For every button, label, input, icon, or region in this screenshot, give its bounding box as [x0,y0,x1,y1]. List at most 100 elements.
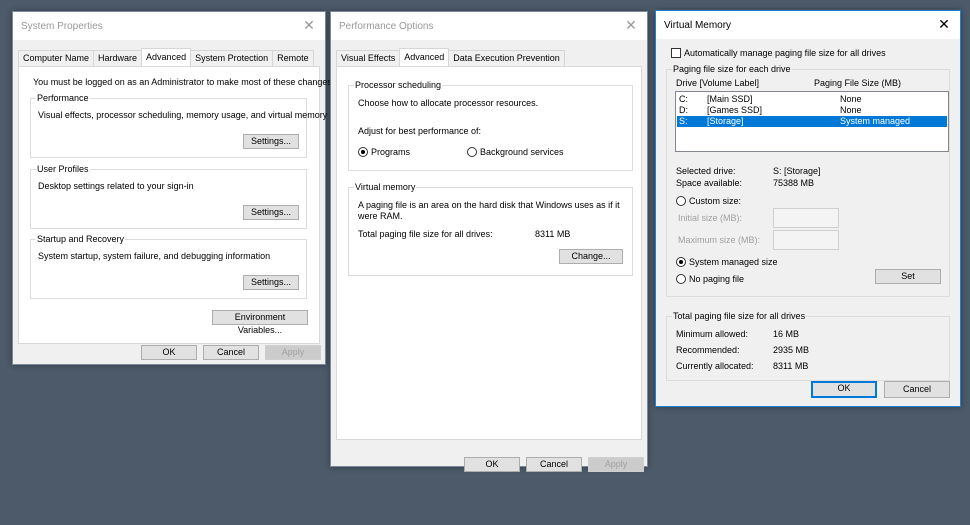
custom-size-radio[interactable] [676,196,686,206]
per-drive-group: Paging file size for each drive Drive [V… [666,64,950,297]
apply-button[interactable]: Apply [588,457,644,472]
background-services-label[interactable]: Background services [480,147,564,157]
window-title: System Properties [21,21,103,32]
minimum-allowed-value: 16 MB [773,329,800,339]
col-size-header: Paging File Size (MB) [814,78,902,88]
cancel-button[interactable]: Cancel [203,345,259,360]
set-button[interactable]: Set [875,269,941,284]
drive-size: System managed [840,116,911,126]
processor-scheduling-group: Processor scheduling Choose how to alloc… [348,80,633,171]
virtual-memory-desc: A paging file is an area on the hard dis… [358,200,620,221]
total-paging-label: Total paging file size for all drives: [358,229,493,239]
per-drive-title: Paging file size for each drive [672,64,792,74]
close-icon[interactable]: ✕ [299,16,319,34]
startup-recovery-group-title: Startup and Recovery [36,234,126,244]
drive-letter: C: [679,94,688,104]
window-body: Computer Name Hardware Advanced System P… [13,40,334,364]
drive-size: None [840,105,862,115]
recommended-value: 2935 MB [773,345,810,355]
col-drive-header: Drive [Volume Label] [676,78,760,88]
tab-advanced[interactable]: Advanced [141,48,192,66]
tab-computer-name[interactable]: Computer Name [18,50,95,66]
drive-size: None [840,94,862,104]
auto-manage-checkbox[interactable] [671,48,681,58]
cancel-button[interactable]: Cancel [884,381,950,398]
drive-list[interactable]: C: [Main SSD] None D: [Games SSD] None S… [675,91,949,152]
tab-panel: You must be logged on as an Administrato… [18,66,334,344]
totals-title: Total paging file size for all drives [672,311,807,321]
title-bar[interactable]: System Properties ✕ [13,12,325,40]
ok-button[interactable]: OK [464,457,520,472]
tab-visual-effects[interactable]: Visual Effects [336,50,401,66]
total-paging-value: 8311 MB [535,229,571,239]
admin-notice: You must be logged on as an Administrato… [33,77,335,87]
drive-label: [Main SSD] [707,94,753,104]
space-available-label: Space available: [676,178,743,188]
recommended-label: Recommended: [676,345,740,355]
ok-button[interactable]: OK [141,345,197,360]
processor-scheduling-desc: Choose how to allocate processor resourc… [358,98,539,108]
title-bar[interactable]: Performance Options ✕ [331,12,647,40]
currently-allocated-value: 8311 MB [773,361,809,371]
tab-strip: Computer Name Hardware Advanced System P… [18,48,314,66]
startup-recovery-settings-button[interactable]: Settings... [243,275,299,290]
virtual-memory-title: Virtual memory [354,182,417,192]
auto-manage-label[interactable]: Automatically manage paging file size fo… [684,48,886,58]
selected-drive-label: Selected drive: [676,166,736,176]
drive-label: [Games SSD] [707,105,763,115]
adjust-label: Adjust for best performance of: [358,126,482,136]
ok-button[interactable]: OK [811,381,877,398]
change-button[interactable]: Change... [559,249,623,264]
apply-button[interactable]: Apply [265,345,321,360]
drive-row-s[interactable]: S: [Storage] System managed [677,116,947,127]
programs-label[interactable]: Programs [371,147,410,157]
programs-radio[interactable] [358,147,368,157]
system-managed-radio[interactable] [676,257,686,267]
performance-options-window: Performance Options ✕ Visual Effects Adv… [330,11,648,472]
processor-scheduling-title: Processor scheduling [354,80,443,90]
drive-letter: D: [679,105,688,115]
performance-group: Performance Visual effects, processor sc… [30,93,327,158]
user-profiles-settings-button[interactable]: Settings... [243,205,299,220]
background-services-radio[interactable] [467,147,477,157]
custom-size-label[interactable]: Custom size: [689,196,741,206]
window-body: Visual Effects Advanced Data Execution P… [331,40,647,472]
currently-allocated-label: Currently allocated: [676,361,754,371]
user-profiles-desc: Desktop settings related to your sign-in [38,181,194,191]
selected-drive-value: S: [Storage] [773,166,821,176]
maximum-size-label: Maximum size (MB): [678,235,761,245]
drive-row-d[interactable]: D: [Games SSD] None [677,105,947,116]
tab-system-protection[interactable]: System Protection [190,50,274,66]
drive-row-c[interactable]: C: [Main SSD] None [677,94,947,105]
window-title: Virtual Memory [664,20,732,31]
performance-group-title: Performance [36,93,90,103]
cancel-button[interactable]: Cancel [526,457,582,472]
tab-data-execution-prevention[interactable]: Data Execution Prevention [448,50,565,66]
initial-size-field[interactable] [773,208,839,228]
user-profiles-group-title: User Profiles [36,164,90,174]
performance-desc: Visual effects, processor scheduling, me… [38,110,328,120]
close-icon[interactable]: ✕ [934,15,954,33]
title-bar[interactable]: Virtual Memory ✕ [656,11,960,39]
no-paging-file-label[interactable]: No paging file [689,274,744,284]
space-available-value: 75388 MB [773,178,815,188]
tab-advanced[interactable]: Advanced [399,48,450,66]
tab-remote[interactable]: Remote [272,50,314,66]
drive-label: [Storage] [707,116,744,126]
startup-recovery-group: Startup and Recovery System startup, sys… [30,234,307,299]
user-profiles-group: User Profiles Desktop settings related t… [30,164,307,229]
system-managed-label[interactable]: System managed size [689,257,778,267]
close-icon[interactable]: ✕ [621,16,641,34]
window-body: Automatically manage paging file size fo… [656,39,960,406]
tab-strip: Visual Effects Advanced Data Execution P… [336,48,565,66]
maximum-size-field[interactable] [773,230,839,250]
no-paging-file-radio[interactable] [676,274,686,284]
window-title: Performance Options [339,21,434,32]
environment-variables-button[interactable]: Environment Variables... [212,310,308,335]
tab-hardware[interactable]: Hardware [93,50,143,66]
virtual-memory-window: Virtual Memory ✕ Automatically manage pa… [655,10,961,407]
drive-letter: S: [679,116,688,126]
startup-recovery-desc: System startup, system failure, and debu… [38,251,271,261]
initial-size-label: Initial size (MB): [678,213,743,223]
performance-settings-button[interactable]: Settings... [243,134,299,149]
